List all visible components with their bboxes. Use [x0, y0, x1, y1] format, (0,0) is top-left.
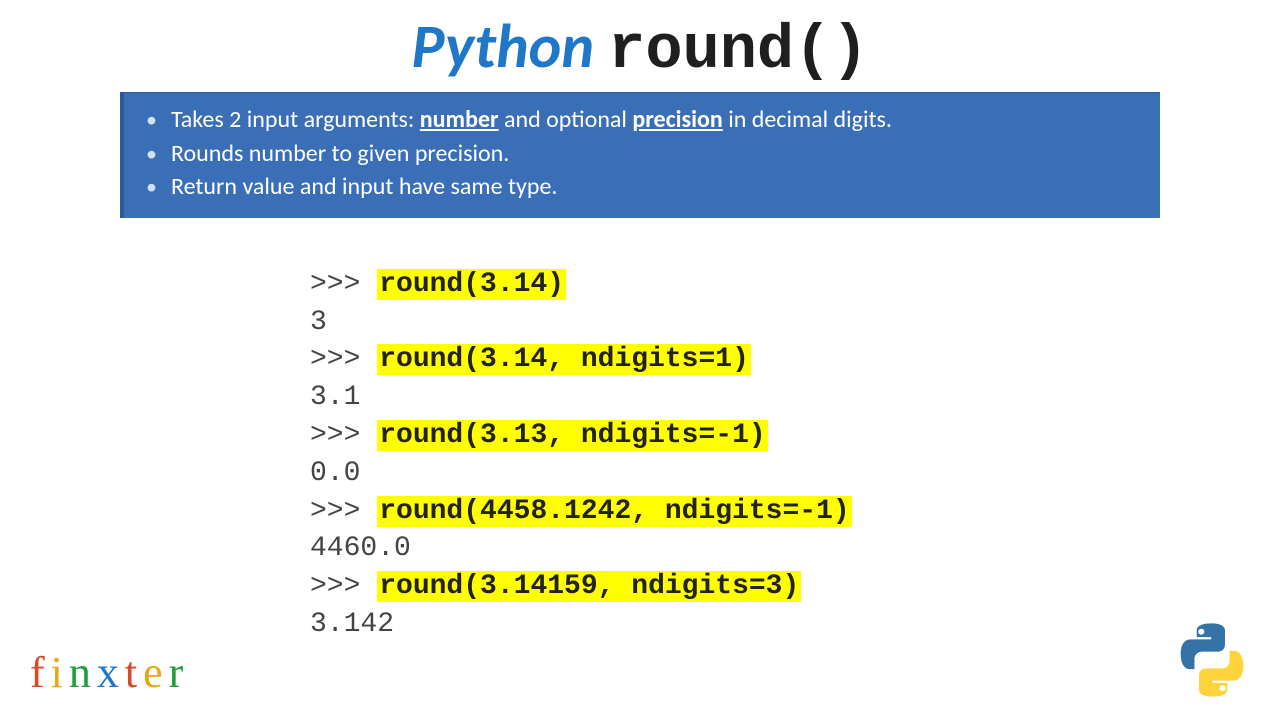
keyword-number: number	[420, 105, 499, 134]
repl-prompt: >>>	[310, 344, 377, 375]
repl-prompt: >>>	[310, 571, 377, 602]
slide-title: Python round()	[0, 0, 1280, 92]
title-word-python: Python	[411, 8, 594, 84]
summary-box: Takes 2 input arguments: number and opti…	[120, 92, 1160, 218]
repl-prompt: >>>	[310, 496, 377, 527]
code-call: round(3.14, ndigits=1)	[377, 344, 751, 375]
repl-line: >>> round(3.14)	[310, 266, 1280, 304]
bullet-1: Takes 2 input arguments: number and opti…	[146, 103, 1138, 137]
code-example-block: >>> round(3.14) 3 >>> round(3.14, ndigit…	[310, 266, 1280, 644]
finxter-logo: finxter	[30, 647, 189, 698]
bullet-3: Return value and input have same type.	[146, 170, 1138, 204]
keyword-precision: precision	[632, 105, 722, 134]
title-word-round: round()	[608, 15, 868, 86]
repl-line: >>> round(4458.1242, ndigits=-1)	[310, 493, 1280, 531]
repl-line: >>> round(3.14, ndigits=1)	[310, 341, 1280, 379]
bullet-2: Rounds number to given precision.	[146, 137, 1138, 171]
repl-line: >>> round(3.13, ndigits=-1)	[310, 417, 1280, 455]
repl-output: 3	[310, 304, 1280, 342]
repl-output: 3.1	[310, 379, 1280, 417]
repl-output: 3.142	[310, 606, 1280, 644]
python-logo-icon	[1170, 618, 1254, 702]
code-call: round(3.13, ndigits=-1)	[377, 420, 767, 451]
code-call: round(3.14)	[377, 269, 566, 300]
repl-prompt: >>>	[310, 269, 377, 300]
repl-prompt: >>>	[310, 420, 377, 451]
repl-output: 4460.0	[310, 530, 1280, 568]
repl-line: >>> round(3.14159, ndigits=3)	[310, 568, 1280, 606]
code-call: round(3.14159, ndigits=3)	[377, 571, 801, 602]
repl-output: 0.0	[310, 455, 1280, 493]
code-call: round(4458.1242, ndigits=-1)	[377, 496, 851, 527]
